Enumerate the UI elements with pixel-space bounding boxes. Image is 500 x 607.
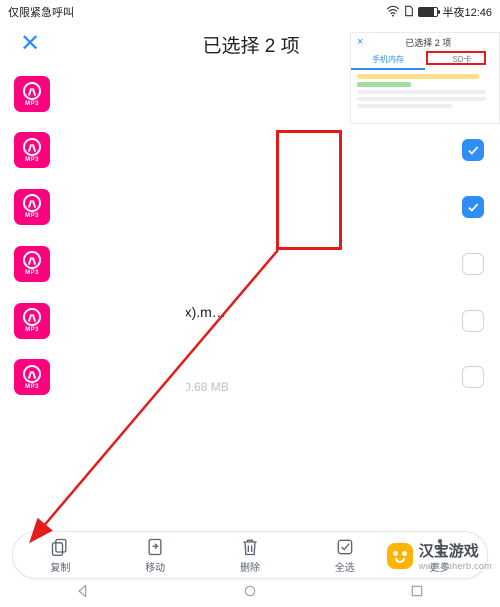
file-checkbox[interactable]	[462, 253, 484, 275]
sim-icon	[404, 5, 414, 20]
move-label: 移动	[145, 559, 165, 574]
more-label: 更多	[430, 559, 450, 574]
file-text: 泪 (DJ Candy Remix).m… 41:11 6.02 MB	[64, 302, 448, 339]
copy-button[interactable]: 复制	[35, 537, 85, 574]
nav-recent-icon[interactable]	[409, 583, 425, 604]
file-checkbox[interactable]	[462, 139, 484, 161]
status-time: 半夜12:46	[442, 4, 492, 20]
file-row[interactable]: MP3 乐.mp3 19:21 3.74 MB	[0, 178, 500, 235]
bottom-bar-wrap: 复制 移动 删除 全选 更多	[0, 531, 500, 579]
file-checkbox[interactable]	[462, 83, 484, 105]
file-name: mp3	[64, 134, 448, 150]
status-right: 半夜12:46	[386, 4, 492, 20]
move-button[interactable]: 移动	[130, 537, 180, 574]
file-text: 乐.mp3 19:21 3.74 MB	[64, 188, 448, 225]
file-row[interactable]: MP3 mp3 4.54 MB	[0, 122, 500, 178]
file-name: 乐.mp3	[64, 188, 448, 208]
mp3-icon: MP3	[14, 132, 50, 168]
bottom-bar: 复制 移动 删除 全选 更多	[12, 531, 488, 579]
file-subtitle: 19:21 3.74 MB	[64, 211, 448, 225]
mp3-icon: MP3	[14, 303, 50, 339]
file-subtitle: 4.54 MB	[64, 153, 448, 167]
android-nav-bar	[0, 579, 500, 607]
file-text: mp3 4.54 MB	[64, 134, 448, 167]
file-checkbox[interactable]	[462, 366, 484, 388]
status-left-text: 仅限紧急呼叫	[8, 4, 386, 20]
file-name: 泪.mp3	[64, 245, 448, 265]
wifi-icon	[386, 5, 400, 20]
nav-home-icon[interactable]	[242, 583, 258, 604]
file-text: or.mp3 2018/10/18 16:16:49 10.68 MB	[64, 361, 448, 394]
file-row[interactable]: MP3 泪.mp3 1:17:11 3.33 MB	[0, 235, 500, 292]
file-subtitle: 41:11 6.02 MB	[64, 325, 448, 339]
file-subtitle: 4.40 MB	[64, 97, 448, 111]
mp3-icon: MP3	[14, 189, 50, 225]
battery-icon	[418, 7, 438, 17]
file-row[interactable]: MP3 or.mp3 2018/10/18 16:16:49 10.68 MB	[0, 349, 500, 405]
file-list: MP3 p3 4.40 MB MP3 mp3 4.54 MB MP3 乐.mp3…	[0, 66, 500, 405]
file-name: or.mp3	[64, 361, 448, 377]
file-name: p3	[64, 78, 448, 94]
mp3-icon: MP3	[14, 246, 50, 282]
file-subtitle: 1:17:11 3.33 MB	[64, 268, 448, 282]
file-row[interactable]: MP3 p3 4.40 MB	[0, 66, 500, 122]
page-title: 已选择 2 项	[16, 31, 486, 58]
file-name: 泪 (DJ Candy Remix).m…	[64, 302, 448, 322]
select-all-button[interactable]: 全选	[320, 537, 370, 574]
mp3-icon: MP3	[14, 76, 50, 112]
copy-label: 复制	[50, 559, 70, 574]
file-text: 泪.mp3 1:17:11 3.33 MB	[64, 245, 448, 282]
select-all-label: 全选	[335, 559, 355, 574]
title-bar: ✕ 已选择 2 项	[0, 22, 500, 66]
file-checkbox[interactable]	[462, 196, 484, 218]
file-subtitle: 2018/10/18 16:16:49 10.68 MB	[64, 380, 448, 394]
mp3-icon: MP3	[14, 359, 50, 395]
file-text: p3 4.40 MB	[64, 78, 448, 111]
more-button[interactable]: 更多	[415, 537, 465, 574]
file-row[interactable]: MP3 泪 (DJ Candy Remix).m… 41:11 6.02 MB	[0, 292, 500, 349]
delete-button[interactable]: 删除	[225, 537, 275, 574]
delete-label: 删除	[240, 559, 260, 574]
status-bar: 仅限紧急呼叫 半夜12:46	[0, 0, 500, 22]
file-checkbox[interactable]	[462, 310, 484, 332]
nav-back-icon[interactable]	[75, 583, 91, 604]
